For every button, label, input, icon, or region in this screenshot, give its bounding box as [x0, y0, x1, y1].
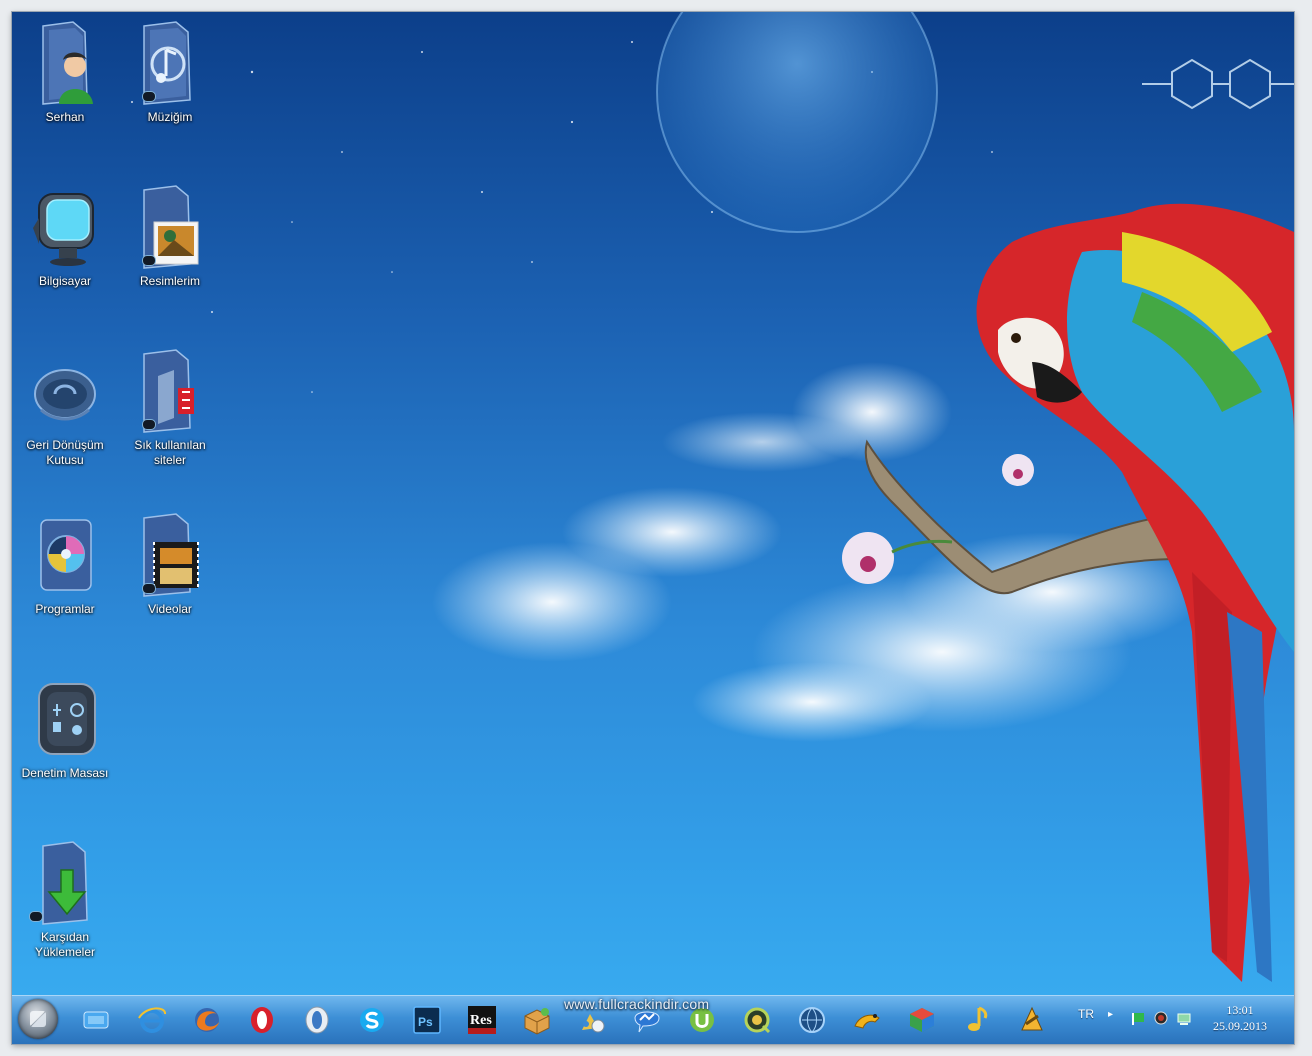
desktop-icon-muzigim[interactable]: Müziğim — [120, 20, 220, 125]
start-button[interactable] — [18, 999, 58, 1039]
music-note-icon[interactable] — [959, 1002, 995, 1038]
internet-explorer-icon[interactable] — [134, 1002, 170, 1038]
resource-hacker-icon[interactable]: Res — [464, 1002, 500, 1038]
recycle-bin-icon — [34, 369, 96, 421]
desktop-icon-label: Karşıdan Yüklemeler — [34, 930, 96, 959]
desktop-icon-karsidan-yuklemeler[interactable]: Karşıdan Yüklemeler — [15, 840, 115, 960]
desktop-icon-label: Videolar — [148, 602, 192, 616]
shortcut-badge-icon — [142, 255, 156, 266]
desktop-icon-label: Resimlerim — [140, 274, 200, 288]
shortcut-badge-icon — [142, 583, 156, 594]
desktop-icon-label: Denetim Masası — [21, 766, 109, 780]
wallpaper — [131, 12, 1294, 983]
desktop-icon-resimlerim[interactable]: Resimlerim — [120, 184, 220, 289]
frog-app-icon[interactable] — [849, 1002, 885, 1038]
watermark-text: www.fullcrackindir.com — [564, 996, 710, 1012]
desktop-icon-bilgisayar[interactable]: Bilgisayar — [15, 184, 115, 289]
svg-text:Res: Res — [470, 1013, 492, 1028]
desktop-icon-geri-donusum-kutusu[interactable]: Geri Dönüşüm Kutusu — [15, 348, 115, 468]
desktop-icon-videolar[interactable]: Videolar — [120, 512, 220, 617]
package-icon[interactable] — [519, 1002, 555, 1038]
flag-icon[interactable] — [1130, 1010, 1146, 1026]
shortcut-badge-icon — [142, 91, 156, 102]
desktop-icon-label: Sık kullanılan siteler — [134, 438, 206, 467]
shortcut-badge-icon — [142, 419, 156, 430]
desktop-icon-label: Geri Dönüşüm Kutusu — [26, 438, 104, 467]
desktop-icon-label: Bilgisayar — [38, 274, 92, 288]
network-icon[interactable] — [1176, 1010, 1192, 1026]
desktop: Serhan Müziğim Bilgisayar Resimlerim Ger… — [12, 12, 1294, 1044]
volume-icon[interactable] — [1153, 1010, 1169, 1026]
control-panel-icon — [38, 683, 96, 755]
globe-app-icon[interactable] — [794, 1002, 830, 1038]
opera-icon[interactable] — [244, 1002, 280, 1038]
taskbar: Ps Res www.fullcrackindir.com TR ▸ 13:01… — [12, 995, 1294, 1044]
photoshop-icon[interactable]: Ps — [409, 1002, 445, 1038]
desktop-icon-label: Serhan — [45, 110, 85, 124]
desktop-icon-denetim-masasi[interactable]: Denetim Masası — [15, 676, 115, 781]
desktop-icon-programlar[interactable]: Programlar — [15, 512, 115, 617]
winamp-icon[interactable] — [1014, 1002, 1050, 1038]
programs-icon — [40, 519, 92, 591]
opera-next-icon[interactable] — [299, 1002, 335, 1038]
user-folder-icon — [42, 21, 93, 105]
language-indicator[interactable]: TR — [1078, 1007, 1094, 1021]
firefox-icon[interactable] — [189, 1002, 225, 1038]
tray-overflow-arrow-icon[interactable]: ▸ — [1108, 1009, 1113, 1020]
clock-time: 13:01 — [1226, 1003, 1254, 1017]
quicktime-icon[interactable] — [739, 1002, 775, 1038]
desktop-icon-serhan[interactable]: Serhan — [15, 20, 115, 125]
computer-icon — [33, 193, 94, 266]
windows-logo-icon — [30, 1011, 46, 1027]
cube-app-icon[interactable] — [904, 1002, 940, 1038]
desktop-icon-sik-kullanilan-siteler[interactable]: Sık kullanılan siteler — [120, 348, 220, 468]
desktop-icon-label: Müziğim — [147, 110, 193, 124]
clock-date: 25.09.2013 — [1213, 1019, 1267, 1033]
shortcut-badge-icon — [29, 911, 43, 922]
svg-text:Ps: Ps — [418, 1015, 433, 1029]
skype-icon[interactable] — [354, 1002, 390, 1038]
system-clock[interactable]: 13:01 25.09.2013 — [1200, 1002, 1280, 1034]
desktop-icon-label: Programlar — [35, 602, 95, 616]
show-desktop-icon[interactable] — [78, 1002, 114, 1038]
